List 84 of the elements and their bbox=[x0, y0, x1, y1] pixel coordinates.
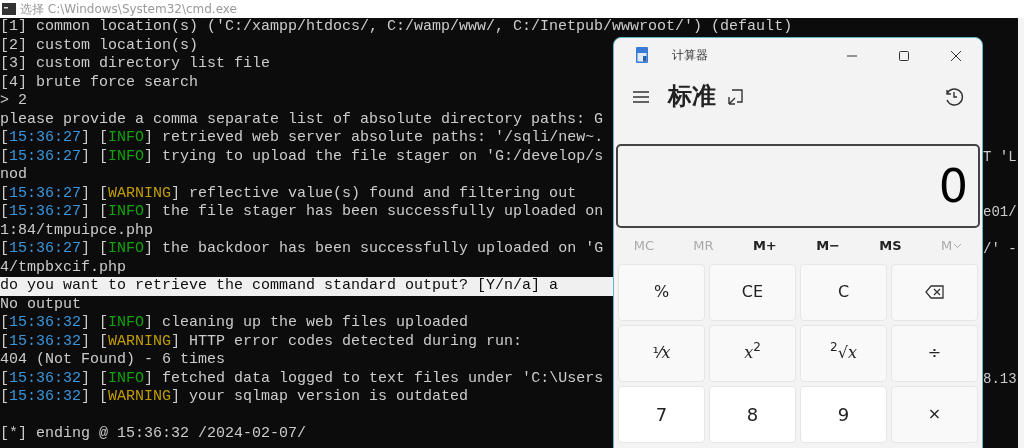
caret-icon bbox=[953, 242, 963, 249]
console-text: ] HTTP error codes detected during run: bbox=[171, 332, 523, 351]
console-text: [ bbox=[0, 184, 9, 203]
window-title: 计算器 bbox=[672, 47, 708, 64]
key-button[interactable]: ÷ bbox=[891, 324, 978, 382]
console-text: /' - bbox=[983, 240, 1017, 259]
console-text: [3] custom directory list file bbox=[0, 55, 271, 74]
memory-button[interactable]: M− bbox=[810, 236, 846, 256]
memory-button[interactable]: MS bbox=[873, 236, 908, 256]
console-text: ] [ bbox=[81, 388, 109, 407]
console-text: ] cleaning up the web files uploaded bbox=[144, 314, 469, 333]
console-text: [*] ending @ 15:36:32 /2024-02-07/ bbox=[0, 425, 307, 444]
console-text: 15:36:32 bbox=[9, 314, 82, 333]
console-text: INFO bbox=[108, 240, 145, 259]
console-text: INFO bbox=[108, 369, 145, 388]
console-text: 4/tmpbxcif.php bbox=[0, 258, 127, 277]
console-text: WARNING bbox=[108, 332, 172, 351]
memory-button[interactable]: M+ bbox=[746, 236, 783, 256]
backspace-button[interactable] bbox=[891, 263, 978, 321]
console-text: nod bbox=[0, 166, 27, 185]
console-text: ] the file stager has been successfully uploaded on bbox=[144, 203, 604, 222]
console-text: No output bbox=[0, 295, 81, 314]
key-button[interactable]: 8 bbox=[709, 385, 796, 443]
console-text: ] your sqlmap version is outdated bbox=[171, 388, 469, 407]
console-text: [4] brute force search bbox=[0, 73, 199, 92]
console-text: 15:36:32 bbox=[9, 332, 82, 351]
console-text: ] [ bbox=[81, 240, 109, 259]
console-text: INFO bbox=[108, 314, 145, 333]
backspace-icon bbox=[924, 285, 945, 299]
console-text: INFO bbox=[108, 203, 145, 222]
console-text: WARNING bbox=[108, 388, 172, 407]
console-text: T 'L bbox=[983, 147, 1017, 166]
console-text: ] retrieved web server absolute paths: '/sqli/new~. bbox=[144, 129, 604, 148]
console-text: [ bbox=[0, 388, 9, 407]
console-text: INFO bbox=[108, 147, 145, 166]
key-button[interactable]: CE bbox=[709, 263, 796, 321]
console-text: ] [ bbox=[81, 314, 109, 333]
cmd-icon bbox=[2, 3, 16, 15]
console-text: [ bbox=[0, 314, 9, 333]
key-button[interactable]: 7 bbox=[618, 385, 705, 443]
console-text: ] fetched data logged to text files under 'C:\Users bbox=[144, 369, 604, 388]
window-title: 选择 C:\Windows\System32\cmd.exe bbox=[20, 1, 237, 18]
key-button[interactable]: C bbox=[800, 263, 887, 321]
key-button[interactable]: % bbox=[618, 263, 705, 321]
key-button[interactable]: × bbox=[891, 385, 978, 443]
console-text: 404 (Not Found) - 6 times bbox=[0, 351, 226, 370]
console-text: ] [ bbox=[81, 369, 109, 388]
calculator-icon bbox=[636, 47, 648, 63]
console-text: ] the backdoor has been successfully uploaded on 'G bbox=[144, 240, 604, 259]
console-text: [1] common location(s) ('C:/xampp/htdocs/, C:/wamp/www/, C:/Inetpub/wwwroot/') (default) bbox=[0, 18, 793, 37]
console-text: [ bbox=[0, 203, 9, 222]
mode-title: 标准 bbox=[668, 81, 716, 112]
key-button[interactable]: ¹⁄x bbox=[618, 324, 705, 382]
console-text: 15:36:32 bbox=[9, 388, 82, 407]
console-text: 15:36:32 bbox=[9, 369, 82, 388]
console-text: 1:84/tmpuipce.php bbox=[0, 221, 154, 240]
console-text: ] trying to upload the file stager on 'G:/develop/s bbox=[144, 147, 604, 166]
console-text: > 2 bbox=[0, 92, 27, 111]
console-text: 8.13 bbox=[983, 369, 1017, 388]
console-text: WARNING bbox=[108, 184, 172, 203]
console-text: [2] custom location(s) bbox=[0, 36, 199, 55]
console-text: [ bbox=[0, 332, 9, 351]
console-text: e01/ bbox=[983, 203, 1017, 222]
key-button[interactable]: x$^{2}$ bbox=[709, 324, 796, 382]
console-text: 15:36:27 bbox=[9, 147, 82, 166]
console-text: [ bbox=[0, 369, 9, 388]
console-text: ] reflective value(s) found and filtering out bbox=[171, 184, 577, 203]
console-text: INFO bbox=[108, 129, 145, 148]
console-text: [ bbox=[0, 129, 9, 148]
console-text: 15:36:27 bbox=[9, 184, 82, 203]
console-text: ] [ bbox=[81, 147, 109, 166]
console-text: [ bbox=[0, 240, 9, 259]
display-field: 0 bbox=[616, 144, 980, 228]
console-text: ] [ bbox=[81, 129, 109, 148]
console-text: [ bbox=[0, 147, 9, 166]
key-button[interactable]: 9 bbox=[800, 385, 887, 443]
key-button[interactable]: $^{2}$√x bbox=[800, 324, 887, 382]
console-text: 15:36:27 bbox=[9, 240, 82, 259]
console-text: please provide a comma separate list of absolute directory paths: G bbox=[0, 110, 604, 129]
console-text: 15:36:27 bbox=[9, 129, 82, 148]
console-text: ] [ bbox=[81, 203, 109, 222]
console-text: ] [ bbox=[81, 332, 109, 351]
console-text: ] [ bbox=[81, 184, 109, 203]
console-text: 15:36:27 bbox=[9, 203, 82, 222]
